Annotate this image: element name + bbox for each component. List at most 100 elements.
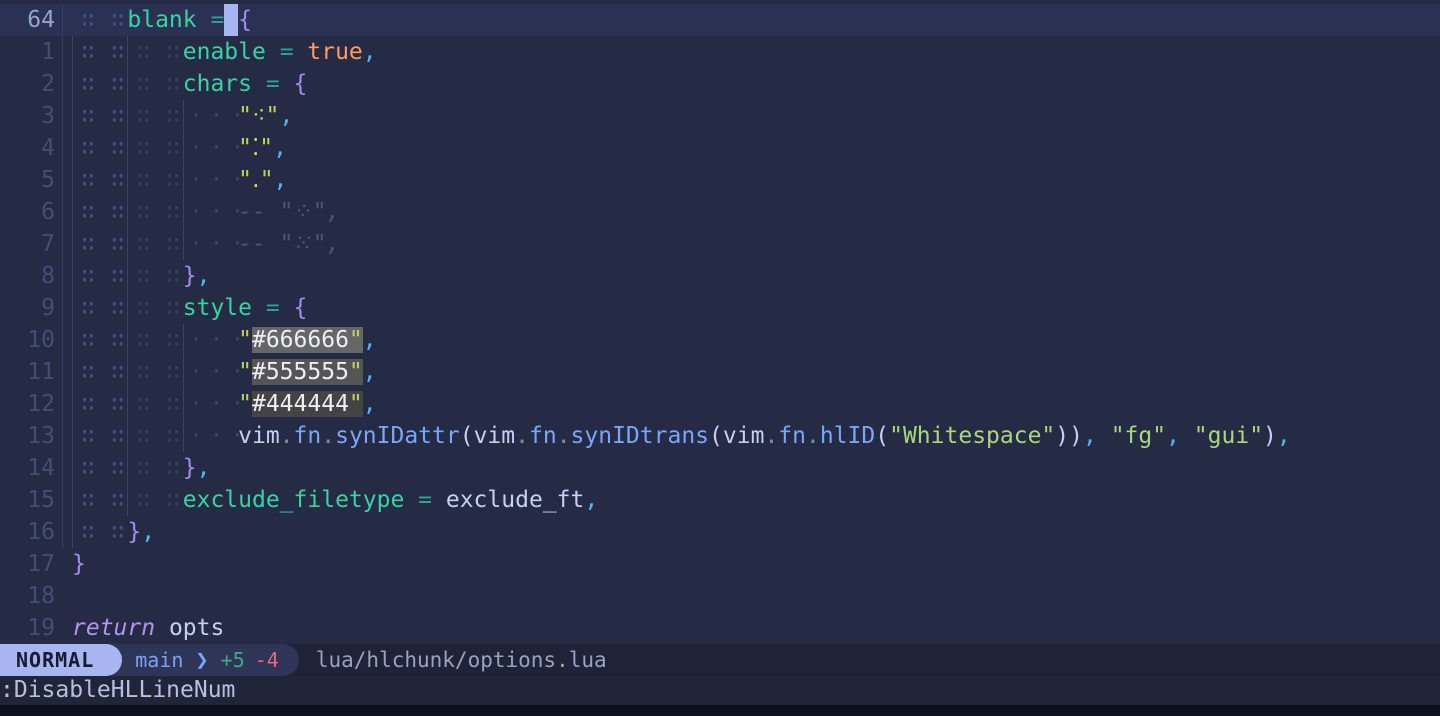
code-text[interactable]: ∷∷∷∷···"․",	[62, 164, 287, 196]
code-text[interactable]: ∷∷∷∷···"⁚",	[62, 132, 287, 164]
code-text[interactable]: ∷∷∷∷···"#444444",	[62, 388, 377, 420]
indent-lead-dots: ···	[183, 196, 244, 228]
code-line[interactable]: 64 ∷∷blank = {	[0, 4, 1440, 36]
git-segment: main ❯ +5 -4	[98, 644, 299, 676]
code-line[interactable]: 6 ∷∷∷∷···-- "⁘",	[0, 196, 1440, 228]
indent-guide-dots: ∷∷	[72, 356, 127, 388]
code-line[interactable]: 9 ∷∷∷∷style = {	[0, 292, 1440, 324]
indent-guide-dots: ∷∷	[127, 228, 182, 260]
code-text[interactable]: ∷∷∷∷···-- "⁘",	[62, 196, 340, 228]
code-line[interactable]: 5 ∷∷∷∷···"․",	[0, 164, 1440, 196]
line-number: 9	[41, 295, 55, 321]
git-diff-removed: -4	[254, 648, 279, 672]
code-text[interactable]: }	[62, 548, 86, 580]
indent-guide-dots: ∷∷	[127, 356, 182, 388]
code-line[interactable]: 15 ∷∷∷∷exclude_filetype = exclude_ft,	[0, 484, 1440, 516]
line-number: 16	[27, 519, 55, 545]
code-text[interactable]: ∷∷∷∷···vim.fn.synIDattr(vim.fn.synIDtran…	[62, 420, 1291, 452]
code-line[interactable]: 13 ∷∷∷∷···vim.fn.synIDattr(vim.fn.synIDtr…	[0, 420, 1440, 452]
code-text[interactable]: ∷∷∷∷},	[62, 452, 210, 484]
indent-guide-dots: ∷∷	[72, 388, 127, 420]
code-text[interactable]: ∷∷∷∷exclude_filetype = exclude_ft,	[62, 484, 598, 516]
indent-lead-dots: ···	[183, 324, 244, 356]
indent-guide-dots: ∷∷	[127, 36, 182, 68]
line-number: 8	[41, 263, 55, 289]
line-number: 3	[41, 103, 55, 129]
indent-lead-dots: ···	[183, 420, 244, 452]
code-line[interactable]: 3 ∷∷∷∷···"⁖",	[0, 100, 1440, 132]
line-number: 17	[27, 551, 55, 577]
code-line[interactable]: 18	[0, 580, 1440, 612]
line-number: 2	[41, 71, 55, 97]
code-text[interactable]: ∷∷blank = {	[62, 4, 252, 36]
indent-guide-dots: ∷∷	[72, 100, 127, 132]
file-path: lua/hlchunk/options.lua	[315, 648, 607, 672]
code-line[interactable]: 16 ∷∷},	[0, 516, 1440, 548]
code-line[interactable]: 8 ∷∷∷∷},	[0, 260, 1440, 292]
code-text[interactable]: ∷∷∷∷···-- "⁙",	[62, 228, 340, 260]
indent-guide-dots: ∷∷	[72, 484, 127, 516]
line-number: 15	[27, 487, 55, 513]
indent-lead-dots: ···	[183, 228, 244, 260]
indent-lead-dots: ···	[183, 356, 244, 388]
code-line[interactable]: 12 ∷∷∷∷···"#444444",	[0, 388, 1440, 420]
indent-guide-dots: ∷∷	[127, 196, 182, 228]
code-line[interactable]: 11 ∷∷∷∷···"#555555",	[0, 356, 1440, 388]
line-number: 12	[27, 391, 55, 417]
gutter-separator	[62, 4, 63, 548]
code-line[interactable]: 17}	[0, 548, 1440, 580]
indent-guide-dots: ∷∷	[127, 68, 182, 100]
line-number: 18	[27, 583, 55, 609]
indent-guide-dots: ∷∷	[127, 324, 182, 356]
code-text[interactable]: ∷∷∷∷style = {	[62, 292, 307, 324]
indent-guide-dots: ∷∷	[72, 452, 127, 484]
code-line[interactable]: 7 ∷∷∷∷···-- "⁙",	[0, 228, 1440, 260]
code-line[interactable]: 1 ∷∷∷∷enable = true,	[0, 36, 1440, 68]
indent-lead-dots: ···	[183, 164, 244, 196]
indent-guide-dots: ∷∷	[72, 36, 127, 68]
code-text[interactable]: ∷∷∷∷chars = {	[62, 68, 307, 100]
indent-guide-dots: ∷∷	[72, 228, 127, 260]
chevron-right-icon: ❯	[195, 647, 209, 673]
bottom-strip	[0, 705, 1440, 716]
code-line[interactable]: 14 ∷∷∷∷},	[0, 452, 1440, 484]
line-number: 7	[41, 231, 55, 257]
statusline: NORMAL main ❯ +5 -4 lua/hlchunk/options.…	[0, 644, 1440, 676]
indent-guide-dots: ∷∷	[127, 292, 182, 324]
code-line[interactable]: 19 return opts	[0, 612, 1440, 644]
indent-guide-dots: ∷∷	[127, 132, 182, 164]
indent-guide-dots: ∷∷	[127, 260, 182, 292]
whitespace-dots: ∷∷	[81, 7, 141, 33]
code-text[interactable]: return opts	[62, 612, 224, 644]
indent-guide-dots: ∷∷	[72, 196, 127, 228]
cursor	[224, 4, 239, 36]
code-line[interactable]: 10 ∷∷∷∷···"#666666",	[0, 324, 1440, 356]
line-number: 11	[27, 359, 55, 385]
line-number: 10	[27, 327, 55, 353]
indent-guide-dots: ∷∷	[72, 324, 127, 356]
code-text[interactable]	[62, 580, 72, 612]
code-line[interactable]: 4 ∷∷∷∷···"⁚",	[0, 132, 1440, 164]
line-number: 13	[27, 423, 55, 449]
indent-guide-dots: ∷∷	[72, 292, 127, 324]
line-number: 64	[27, 7, 55, 33]
indent-guide-dots: ∷∷	[72, 260, 127, 292]
code-text[interactable]: ∷∷∷∷···"⁖",	[62, 100, 293, 132]
code-text[interactable]: ∷∷∷∷},	[62, 260, 210, 292]
code-text[interactable]: ∷∷∷∷···"#666666",	[62, 324, 377, 356]
indent-guide-dots: ∷∷	[127, 388, 182, 420]
code-text[interactable]: ∷∷∷∷···"#555555",	[62, 356, 377, 388]
indent-guide-dots: ∷∷	[72, 132, 127, 164]
code-line[interactable]: 2 ∷∷∷∷chars = {	[0, 68, 1440, 100]
command-line[interactable]: :DisableHLLineNum	[0, 676, 1440, 705]
line-number: 1	[41, 39, 55, 65]
line-number: 6	[41, 199, 55, 225]
indent-lead-dots: ···	[183, 388, 244, 420]
editor-buffer[interactable]: 64 ∷∷blank = { 1 ∷∷∷∷enable = true, 2 ∷∷∷∷cha…	[0, 0, 1440, 644]
mode-label: NORMAL	[16, 648, 95, 672]
code-text[interactable]: ∷∷},	[62, 516, 155, 548]
indent-guide-dots: ∷∷	[72, 164, 127, 196]
mode-indicator: NORMAL	[0, 644, 123, 676]
indent-guide-dots: ∷∷	[127, 420, 182, 452]
code-text[interactable]: ∷∷∷∷enable = true,	[62, 36, 377, 68]
